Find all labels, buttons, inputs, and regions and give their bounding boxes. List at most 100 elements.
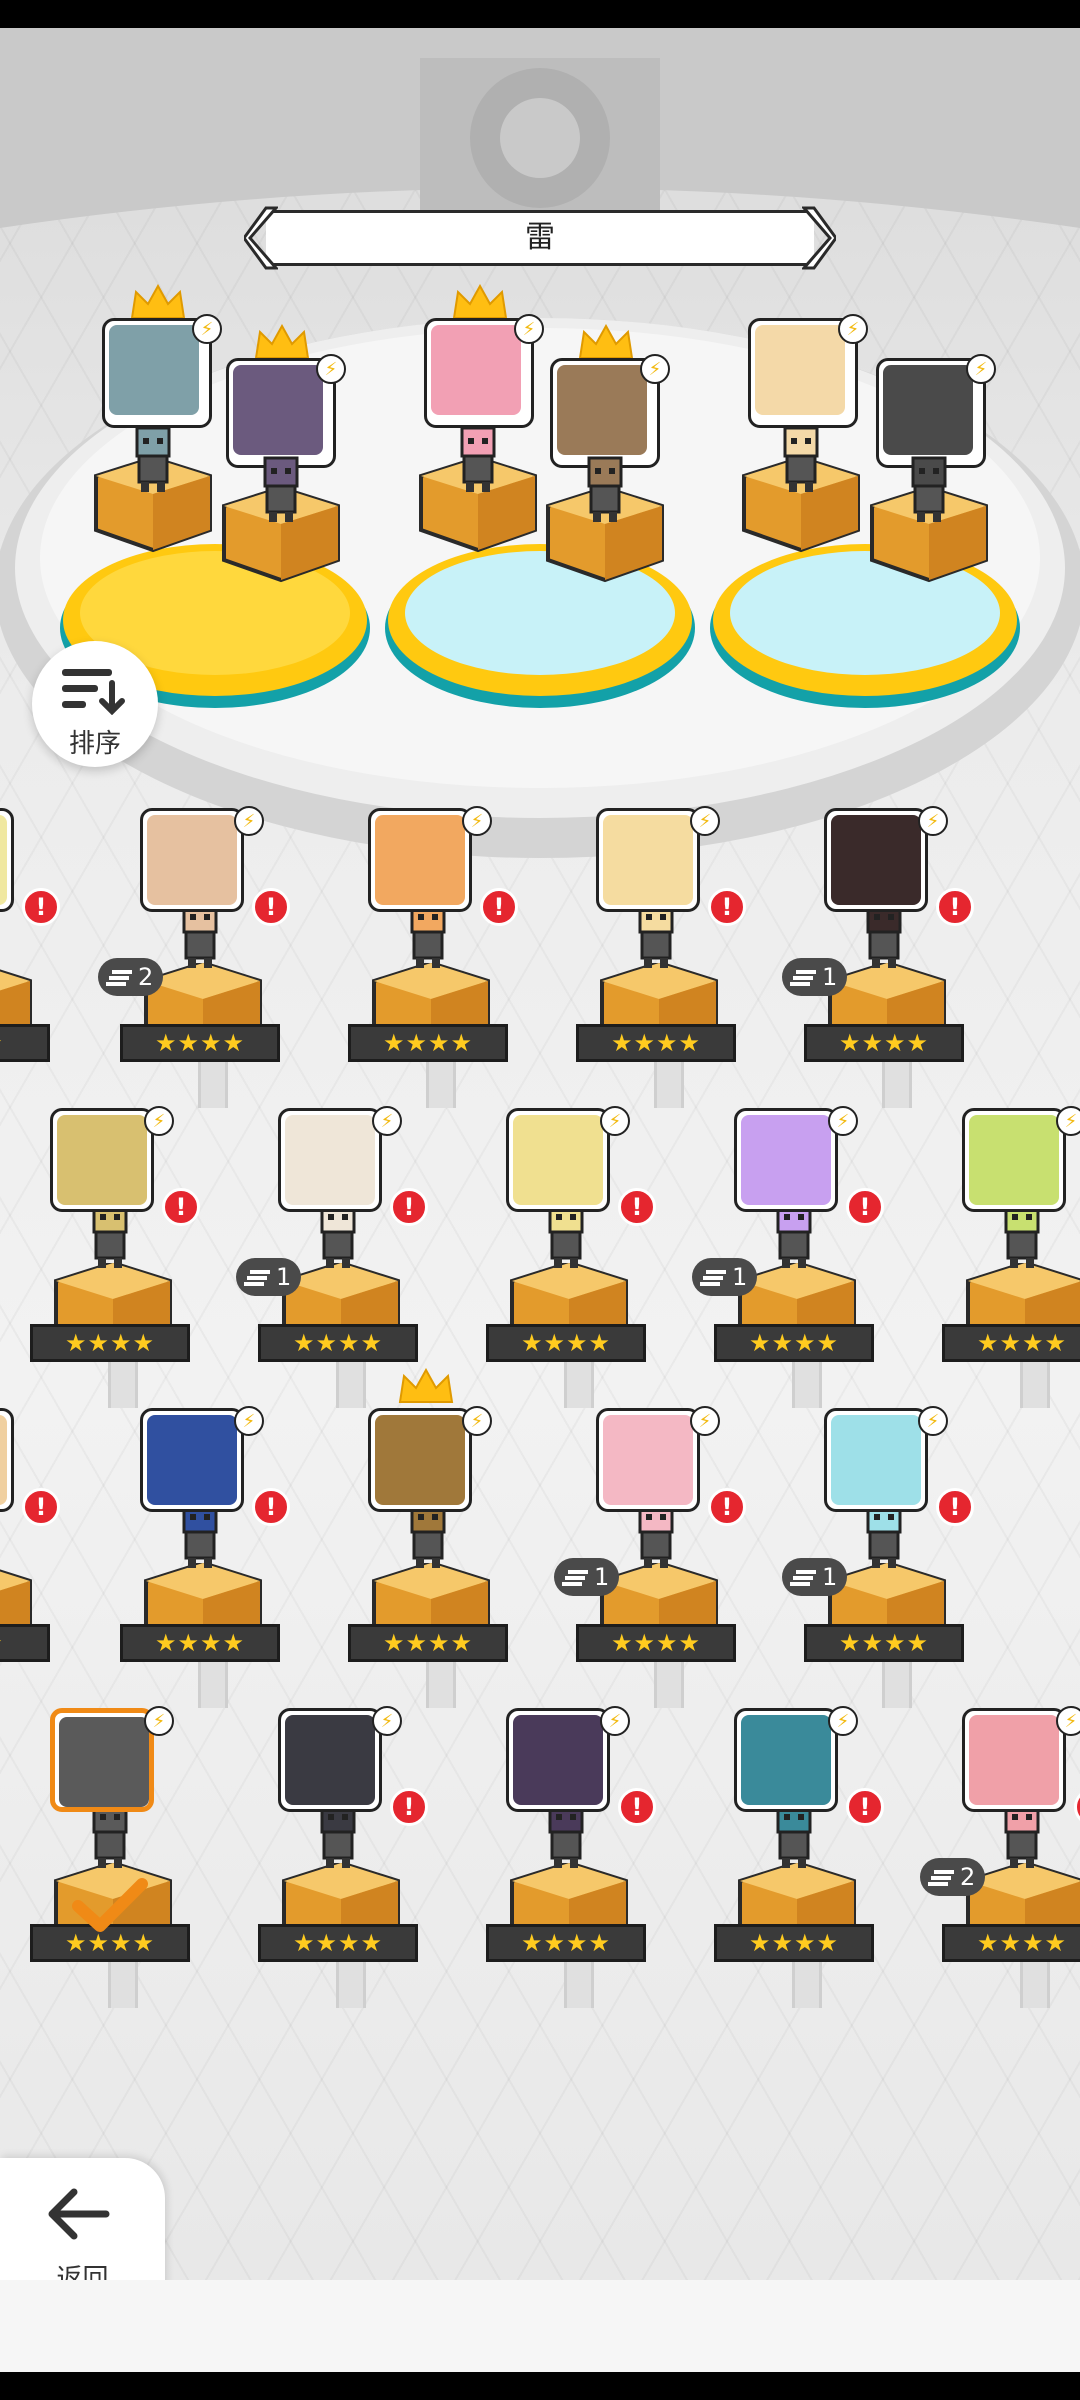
lightning-icon: ⚡ xyxy=(828,1106,858,1136)
hero-card[interactable]: ★★★★ ⚡! xyxy=(566,806,766,1108)
team-slot-3[interactable]: ⚡ xyxy=(424,283,544,438)
alert-icon: ! xyxy=(618,1788,656,1826)
lightning-icon: ⚡ xyxy=(640,354,670,384)
hero-card[interactable]: ★★★★ ⚡! 1 xyxy=(692,1106,904,1408)
lightning-icon: ⚡ xyxy=(316,354,346,384)
lightning-icon: ⚡ xyxy=(462,806,492,836)
star-rating: ★★★★ xyxy=(804,1624,964,1662)
star-rating: ★★★★ xyxy=(714,1924,874,1962)
hero-card[interactable]: ★★★★ ⚡ xyxy=(932,1106,1080,1408)
alert-icon: ! xyxy=(480,888,518,926)
star-rating: ★★★★ xyxy=(714,1324,874,1362)
hero-portrait xyxy=(596,808,700,912)
stack-count: 1 xyxy=(594,1563,610,1591)
star-rating: ★★★★ xyxy=(486,1924,646,1962)
hero-portrait xyxy=(368,808,472,912)
game-stage: 雷 ⚡ ⚡ ⚡ ⚡ ⚡ ⚡ 排序 ★★★★ ⚡! 2 ★★★★ ⚡! ★★★★ ⚡! ★★★★ ⚡! 1 ★★… xyxy=(0,28,1080,2280)
alert-icon: ! xyxy=(390,1788,428,1826)
hero-portrait xyxy=(506,1708,610,1812)
star-rating: ★★★★ xyxy=(576,1624,736,1662)
hero-portrait xyxy=(50,1108,154,1212)
stack-count-badge: 2 xyxy=(920,1858,986,1896)
team-slot-1[interactable]: ⚡ xyxy=(102,283,222,438)
star-rating: ★★★★ xyxy=(942,1324,1080,1362)
hero-card[interactable]: ★★★★ ⚡! xyxy=(20,1106,220,1408)
hero-card[interactable]: ★★★★ ⚡! xyxy=(248,1706,448,2008)
alert-icon: ! xyxy=(22,1488,60,1526)
hero-card[interactable]: ★★★★ ⚡! xyxy=(338,806,538,1108)
back-label: 返回 xyxy=(56,2264,109,2280)
team-slot-5[interactable]: ⚡ xyxy=(748,314,868,438)
lightning-icon: ⚡ xyxy=(514,314,544,344)
stack-count: 2 xyxy=(138,963,154,991)
hero-card[interactable]: ★★★★ ⚡! xyxy=(476,1706,676,2008)
alert-icon: ! xyxy=(708,888,746,926)
navigation-bar xyxy=(0,2280,1080,2372)
hero-sprite xyxy=(263,456,299,522)
alert-icon: ! xyxy=(618,1188,656,1226)
hero-card-edge[interactable]: ★★★! xyxy=(0,1408,80,1698)
hero-portrait xyxy=(368,1408,472,1512)
hero-portrait xyxy=(962,1108,1066,1212)
team-pedestal xyxy=(530,456,680,592)
back-button[interactable]: 返回 xyxy=(0,2158,165,2280)
alert-icon: ! xyxy=(708,1488,746,1526)
lightning-icon: ⚡ xyxy=(600,1106,630,1136)
hero-card[interactable]: ★★★★ ⚡ xyxy=(338,1367,538,1708)
stack-icon xyxy=(790,1570,816,1586)
hero-portrait xyxy=(140,808,244,912)
hero-card[interactable]: ★★★★ ⚡! xyxy=(704,1706,904,2008)
lightning-icon: ⚡ xyxy=(690,806,720,836)
hero-portrait xyxy=(278,1108,382,1212)
star-rating: ★★★★ xyxy=(30,1324,190,1362)
hero-sprite xyxy=(587,456,623,522)
lightning-icon: ⚡ xyxy=(838,314,868,344)
lightning-icon: ⚡ xyxy=(1056,1706,1080,1736)
alert-icon: ! xyxy=(162,1188,200,1226)
hero-card[interactable]: ★★★★ ⚡ xyxy=(20,1706,220,2008)
hero-card[interactable]: ★★★★ ⚡! 1 xyxy=(554,1406,766,1708)
hero-card[interactable]: ★★★★ ⚡! xyxy=(476,1106,676,1408)
hero-card-edge[interactable]: ★★★! xyxy=(0,808,80,1098)
lightning-icon: ⚡ xyxy=(192,314,222,344)
lightning-icon: ⚡ xyxy=(234,1406,264,1436)
hero-portrait xyxy=(0,808,14,912)
hero-card[interactable]: ★★★★ ⚡! 2 xyxy=(98,806,310,1108)
hero-portrait xyxy=(50,1708,154,1812)
stack-icon xyxy=(106,970,132,986)
hero-portrait xyxy=(140,1408,244,1512)
stack-count: 1 xyxy=(822,1563,838,1591)
lightning-icon: ⚡ xyxy=(144,1106,174,1136)
stack-count-badge: 1 xyxy=(236,1258,302,1296)
alert-icon: ! xyxy=(252,1488,290,1526)
hero-card[interactable]: ★★★★ ⚡! 2 xyxy=(920,1706,1080,2008)
hero-card[interactable]: ★★★★ ⚡! xyxy=(110,1406,310,1708)
lightning-icon: ⚡ xyxy=(234,806,264,836)
star-rating: ★★★ xyxy=(0,1624,50,1662)
star-rating: ★★★★ xyxy=(486,1324,646,1362)
screen-bottom-edge xyxy=(0,2372,1080,2400)
hero-card[interactable]: ★★★★ ⚡! 1 xyxy=(782,1406,994,1708)
hero-portrait xyxy=(734,1708,838,1812)
star-rating: ★★★★ xyxy=(120,1624,280,1662)
lightning-icon: ⚡ xyxy=(600,1706,630,1736)
hero-sprite xyxy=(135,426,171,492)
sort-button[interactable]: 排序 xyxy=(32,641,158,767)
hero-card[interactable]: ★★★★ ⚡! 1 xyxy=(236,1106,448,1408)
hero-card[interactable]: ★★★★ ⚡! 1 xyxy=(782,806,994,1108)
crown-icon xyxy=(398,1367,454,1403)
stack-count: 2 xyxy=(960,1863,976,1891)
hero-portrait xyxy=(0,1408,14,1512)
crown-icon xyxy=(452,283,508,319)
stack-icon xyxy=(928,1870,954,1886)
stack-count-badge: 1 xyxy=(692,1258,758,1296)
lightning-icon: ⚡ xyxy=(690,1406,720,1436)
star-rating: ★★★★ xyxy=(942,1924,1080,1962)
stack-icon xyxy=(244,1270,270,1286)
back-arrow-icon xyxy=(48,2188,110,2240)
sort-icon xyxy=(62,669,125,715)
alert-icon: ! xyxy=(846,1188,884,1226)
star-rating: ★★★★ xyxy=(576,1024,736,1062)
stack-count: 1 xyxy=(822,963,838,991)
stack-icon xyxy=(700,1270,726,1286)
